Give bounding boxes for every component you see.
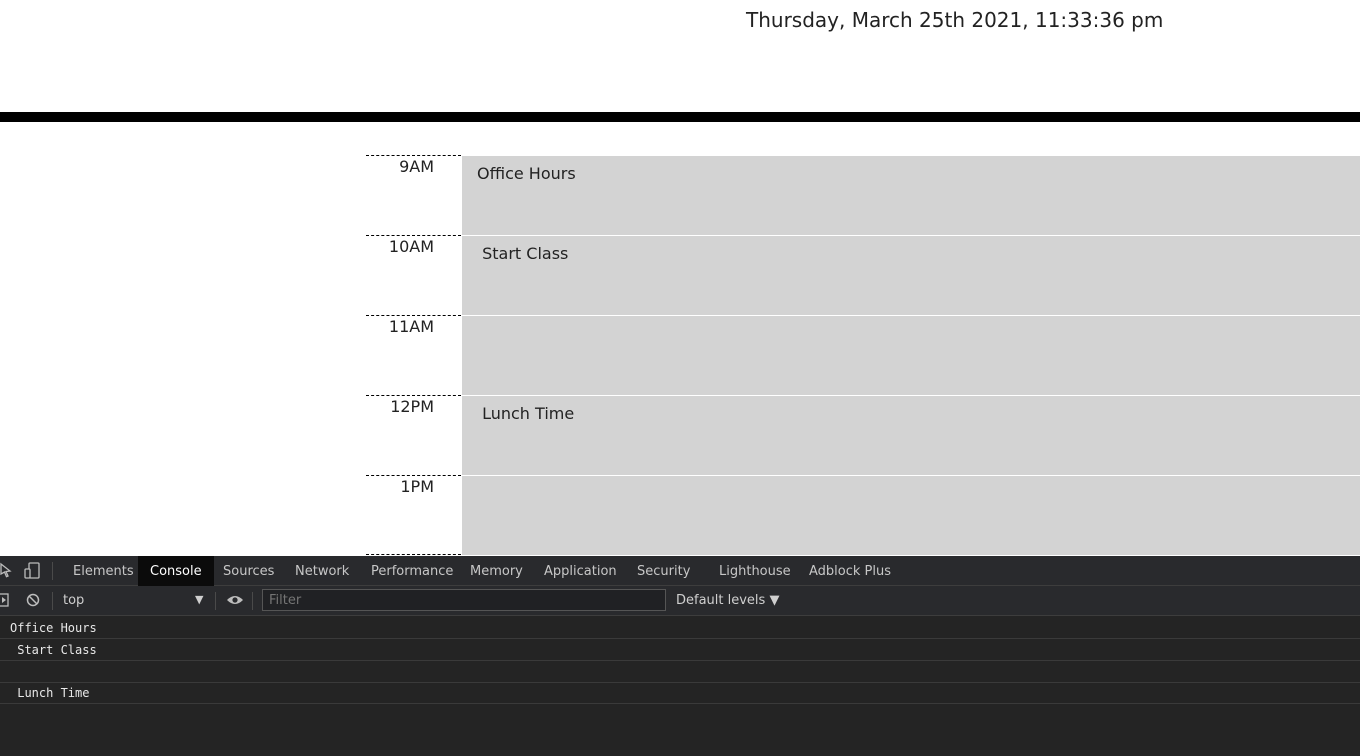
- hour-label: 9AM: [366, 155, 461, 234]
- live-expression-eye-icon[interactable]: [226, 594, 244, 610]
- tab-lighthouse[interactable]: Lighthouse: [707, 556, 803, 586]
- tab-sources[interactable]: Sources: [211, 556, 286, 586]
- console-message: [0, 661, 1360, 683]
- header-divider: [0, 112, 1360, 122]
- log-levels-dropdown[interactable]: Default levels ▼: [676, 593, 779, 608]
- context-dropdown-arrow-icon[interactable]: ▼: [195, 593, 203, 606]
- devtools-panel: Elements Console Sources Network Perform…: [0, 556, 1360, 756]
- clear-console-icon[interactable]: [26, 593, 40, 611]
- devtools-tab-bar: Elements Console Sources Network Perform…: [0, 556, 1360, 586]
- day-schedule: 9AM Office Hours 10AM Start Class 11AM 1…: [0, 155, 1360, 555]
- hour-label: 10AM: [366, 235, 461, 314]
- schedule-end-divider: [366, 554, 461, 555]
- toolbar-separator: [52, 592, 53, 610]
- time-block-row: 12PM Lunch Time: [0, 395, 1360, 475]
- header: Thursday, March 25th 2021, 11:33:36 pm: [0, 0, 1360, 112]
- toolbar-separator: [252, 592, 253, 610]
- event-textarea[interactable]: Lunch Time: [462, 396, 1360, 475]
- console-filter-input[interactable]: [262, 589, 666, 611]
- tab-console[interactable]: Console: [138, 556, 214, 586]
- event-textarea[interactable]: [462, 316, 1360, 395]
- time-block-row: 11AM: [0, 315, 1360, 395]
- hour-label: 12PM: [366, 395, 461, 474]
- tab-memory[interactable]: Memory: [458, 556, 535, 586]
- console-message: Office Hours: [0, 617, 1360, 639]
- time-block-row: 10AM Start Class: [0, 235, 1360, 315]
- time-block-row: 9AM Office Hours: [0, 155, 1360, 235]
- sidebar-toggle-icon[interactable]: [0, 593, 10, 611]
- console-toolbar: top ▼ Default levels ▼: [0, 586, 1360, 616]
- device-toolbar-icon[interactable]: [24, 562, 42, 584]
- toolbar-separator: [52, 562, 53, 580]
- context-selector[interactable]: top: [63, 593, 84, 608]
- tab-adblock-plus[interactable]: Adblock Plus: [797, 556, 903, 586]
- console-message: Start Class: [0, 639, 1360, 661]
- event-textarea[interactable]: [462, 476, 1360, 555]
- inspect-element-icon[interactable]: [0, 562, 12, 582]
- hour-label: 1PM: [366, 475, 461, 554]
- current-date: Thursday, March 25th 2021, 11:33:36 pm: [746, 8, 1164, 32]
- time-block-row: 1PM: [0, 475, 1360, 555]
- tab-security[interactable]: Security: [625, 556, 702, 586]
- tab-network[interactable]: Network: [283, 556, 361, 586]
- event-textarea[interactable]: Office Hours: [462, 156, 1360, 235]
- toolbar-separator: [215, 592, 216, 610]
- tab-performance[interactable]: Performance: [359, 556, 465, 586]
- event-textarea[interactable]: Start Class: [462, 236, 1360, 315]
- console-message: Lunch Time: [0, 682, 1360, 704]
- tab-elements[interactable]: Elements: [61, 556, 146, 586]
- tab-application[interactable]: Application: [532, 556, 629, 586]
- hour-label: 11AM: [366, 315, 461, 394]
